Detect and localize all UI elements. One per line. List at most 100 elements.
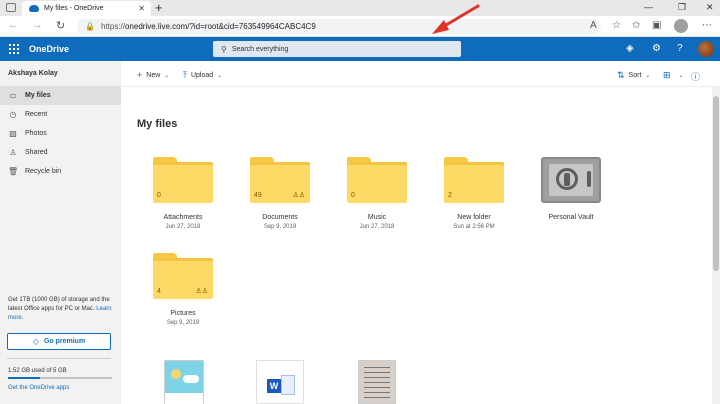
document-page-graphic [281,375,295,395]
sun-graphic [171,369,181,379]
sidebar-item-shared[interactable]: ♙ Shared [0,143,121,162]
folder-icon: 0 [153,157,213,203]
favorites-icon[interactable]: ✩ [632,20,640,31]
favorite-star-icon[interactable]: ☆ [612,20,621,31]
sidebar-item-my-files[interactable]: ▭ My files [0,86,121,105]
new-tab-button[interactable]: + [155,1,163,14]
folder-tile-documents[interactable]: 49 ♙♙ Documents Sep 9, 2019 [240,157,320,230]
sidebar: Akshaya Kolay ▭ My files ◷ Recent ▨ Phot… [0,61,121,404]
item-count: 4 [157,288,161,295]
address-url[interactable]: https://onedrive.live.com/?id=root&cid=7… [101,22,316,31]
promo-text: Get 1TB (1000 GB) of storage and the lat… [8,297,110,312]
people-icon: ♙ [9,148,17,157]
app-launcher-icon[interactable] [9,44,19,54]
chevron-down-icon: ⌄ [645,73,651,79]
grid-view-icon: ⊞ [663,70,671,80]
browser-toolbar: ← → ↻ 🔒 https://onedrive.live.com/?id=ro… [0,16,720,37]
folder-icon: ▭ [9,91,17,100]
folder-tile-personal-vault[interactable]: Personal Vault [531,157,611,221]
read-aloud-icon[interactable]: A [590,20,597,31]
minimize-icon[interactable]: — [644,2,653,12]
back-icon[interactable]: ← [8,19,19,31]
scrollbar-thumb[interactable] [713,96,719,271]
upload-arrow-icon: ⤒ [183,70,187,80]
folder-name: Personal Vault [548,214,594,221]
sidebar-nav: ▭ My files ◷ Recent ▨ Photos ♙ Shared 🗑 … [0,86,121,181]
sort-label: Sort [628,72,642,79]
chevron-down-icon: ⌄ [217,73,223,79]
sidebar-item-label: Shared [25,149,48,156]
word-document-thumbnail[interactable]: W [256,360,304,404]
storage-promo: Get 1TB (1000 GB) of storage and the lat… [8,296,116,323]
browser-profile-avatar[interactable] [674,19,688,33]
refresh-icon[interactable]: ↻ [56,19,65,32]
collections-icon[interactable]: ▣ [652,20,661,31]
folder-date: Sun at 2:56 PM [453,224,495,230]
sidebar-item-label: Recycle bin [25,168,62,175]
details-pane-button[interactable]: ⓘ [691,70,704,83]
search-input[interactable]: ⚲ Search everything [213,41,461,57]
divider [7,358,111,359]
storage-usage-fill [8,377,40,379]
sidebar-item-recycle-bin[interactable]: 🗑 Recycle bin [0,162,121,181]
folder-tile-music[interactable]: 0 Music Jun 27, 2018 [337,157,417,230]
view-options-button[interactable]: ⊞ ⌄ [663,70,684,81]
folder-date: Sep 9, 2019 [166,320,200,326]
cloud-graphic [183,375,199,383]
recycle-bin-icon: 🗑 [8,167,19,176]
user-avatar[interactable] [698,41,714,57]
item-count: 2 [448,192,452,199]
scanned-page-thumbnail[interactable] [358,360,396,404]
shared-people-icon: ♙♙ [195,288,208,295]
image-file-thumbnail[interactable] [164,360,204,404]
sort-button[interactable]: ⇅ Sort ⌄ [617,70,650,81]
lock-icon[interactable]: 🔒 [85,22,95,31]
upload-button[interactable]: ⤒ Upload ⌄ [183,70,222,81]
premium-diamond-icon[interactable]: ◈ [626,43,634,54]
storage-usage-text[interactable]: 1.52 GB used of 5 GB [8,368,67,374]
folder-tile-new-folder[interactable]: 2 New folder Sun at 2:56 PM [434,157,514,230]
storage-usage-bar [8,377,112,379]
brand-title[interactable]: OneDrive [29,44,69,54]
window-close-icon[interactable]: ✕ [706,2,714,13]
tab-actions-icon[interactable] [6,3,16,12]
settings-gear-icon[interactable]: ⚙ [652,43,661,54]
chevron-down-icon: ⌄ [678,73,684,79]
new-button[interactable]: + New ⌄ [137,70,169,80]
address-bar[interactable]: 🔒 https://onedrive.live.com/?id=root&cid… [77,19,601,34]
image-icon: ▨ [9,129,17,138]
folder-name: Documents [262,214,298,221]
folder-icon: 49 ♙♙ [250,157,310,203]
forward-icon[interactable]: → [32,19,43,31]
folder-icon: 0 [347,157,407,203]
new-label: New [146,71,161,79]
user-name: Akshaya Kolay [8,70,58,77]
folder-name: New folder [457,214,491,221]
command-bar: + New ⌄ ⤒ Upload ⌄ ⇅ Sort ⌄ ⊞ ⌄ ⓘ [121,61,720,87]
item-count: 0 [157,192,161,199]
shared-people-icon: ♙♙ [292,192,305,199]
clock-icon: ◷ [9,110,17,119]
go-premium-button[interactable]: ◇ Go premium [7,333,111,350]
item-count: 49 [254,192,262,199]
onedrive-favicon-icon [29,5,39,12]
plus-icon: + [137,70,143,80]
page-title: My files [137,118,178,130]
sidebar-item-label: Photos [25,130,47,137]
folder-tile-pictures[interactable]: 4 ♙♙ Pictures Sep 9, 2019 [143,253,223,326]
more-options-icon[interactable]: ⋯ [702,20,712,31]
item-count: 0 [351,192,355,199]
vault-safe-icon [541,157,601,203]
get-apps-link[interactable]: Get the OneDrive apps [8,385,69,391]
search-icon: ⚲ [221,44,227,54]
browser-tab[interactable]: My files - OneDrive ✕ [22,1,151,16]
sidebar-item-recent[interactable]: ◷ Recent [0,105,121,124]
tab-close-icon[interactable]: ✕ [138,4,145,13]
go-premium-label: Go premium [43,338,86,345]
help-icon[interactable]: ? [677,43,683,54]
sidebar-item-photos[interactable]: ▨ Photos [0,124,121,143]
restore-icon[interactable]: ❐ [678,2,686,13]
folder-name: Attachments [163,214,203,221]
word-icon: W [267,379,281,393]
folder-tile-attachments[interactable]: 0 Attachments Jun 27, 2018 [143,157,223,230]
